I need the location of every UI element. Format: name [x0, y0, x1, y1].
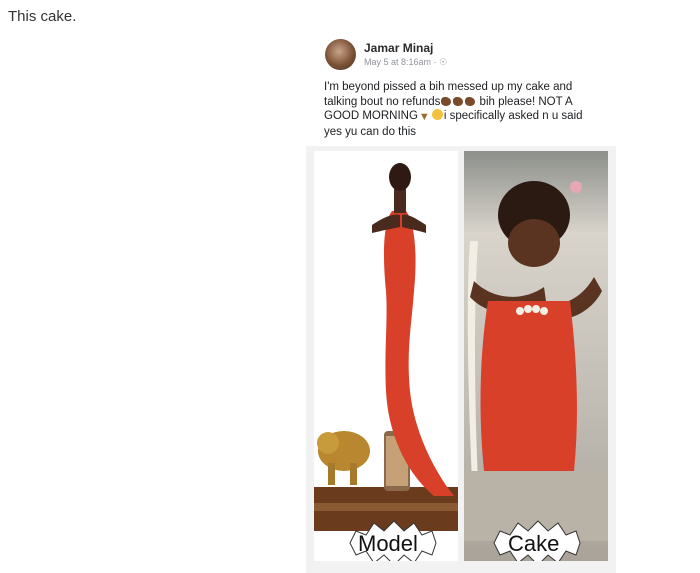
- model-label: Model: [358, 531, 418, 556]
- post-timestamp[interactable]: May 5 at 8:16am: [364, 57, 431, 67]
- facebook-post: Jamar Minaj May 5 at 8:16am · ☉ I'm beyo…: [318, 31, 608, 145]
- poop-emoji-icon: [453, 96, 464, 106]
- meta-separator: ·: [433, 57, 437, 67]
- avatar[interactable]: [325, 39, 356, 70]
- post-text: I'm beyond pissed a bih messed up my cak…: [324, 80, 602, 139]
- post-line-3a: GOOD MORNING: [324, 110, 418, 122]
- author-name[interactable]: Jamar Minaj: [364, 41, 433, 55]
- caption-text: This cake.: [8, 8, 77, 25]
- poop-emoji-icon: [465, 96, 476, 106]
- cake-label: Cake: [508, 531, 560, 556]
- model-illustration: [314, 163, 458, 561]
- globe-icon: ☉: [439, 57, 448, 67]
- post-line-1: I'm beyond pissed a bih messed up my cak…: [324, 81, 573, 93]
- post-line-2a: talking bout no refunds: [324, 95, 441, 108]
- post-line-2b: bih please! NOT A: [476, 95, 573, 108]
- cake-photo: Cake: [464, 151, 608, 561]
- poop-emoji-icon: [441, 96, 452, 106]
- post-line-3b: i specifically asked n u said: [443, 110, 583, 122]
- post-line-4: yes yu can do this: [324, 125, 417, 138]
- face-emoji-icon: [431, 109, 443, 120]
- post-meta: May 5 at 8:16am · ☉: [364, 57, 447, 68]
- trophy-emoji-icon: ▼: [418, 111, 430, 123]
- post-image[interactable]: Model Cake: [306, 146, 616, 573]
- model-photo: Model: [314, 151, 458, 561]
- cake-illustration: [464, 181, 608, 561]
